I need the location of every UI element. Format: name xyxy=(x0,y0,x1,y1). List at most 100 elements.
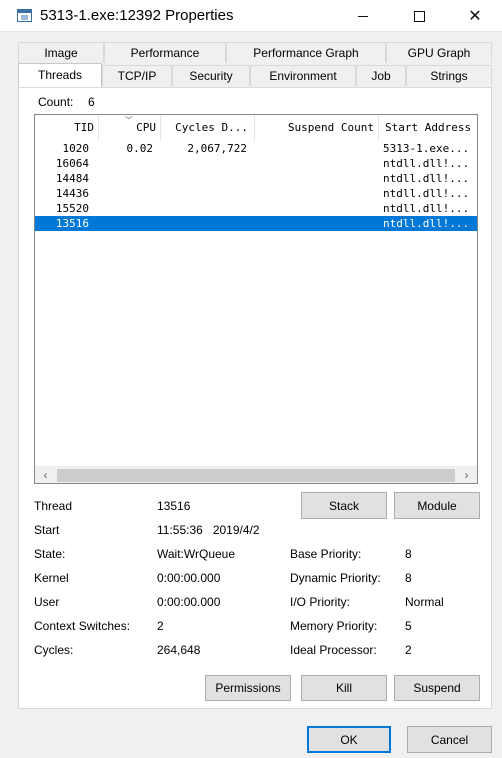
cell-start-address: ntdll.dll!... xyxy=(383,187,470,200)
table-row[interactable]: 1020 0.02 2,067,722 5313-1.exe... xyxy=(35,141,477,156)
cell-cpu xyxy=(99,156,153,171)
horizontal-scrollbar[interactable]: ‹ › xyxy=(35,466,477,483)
column-header-tid[interactable]: TID xyxy=(35,115,99,141)
tab-environment[interactable]: Environment xyxy=(250,65,356,86)
thread-value: 13516 xyxy=(157,499,191,513)
cell-start-address: ntdll.dll!... xyxy=(383,202,470,215)
cell-cycles xyxy=(161,156,247,171)
tab-performance-graph[interactable]: Performance Graph xyxy=(226,42,386,63)
tab-gpu-graph[interactable]: GPU Graph xyxy=(386,42,492,63)
close-button[interactable]: ✕ xyxy=(452,0,498,32)
dynamic-priority-value: 8 xyxy=(405,571,412,585)
ideal-processor-label: Ideal Processor: xyxy=(290,643,377,657)
cell-suspend xyxy=(255,186,373,201)
tab-tcpip[interactable]: TCP/IP xyxy=(102,65,172,86)
cell-cpu xyxy=(99,186,153,201)
column-header-start-address[interactable]: Start Address xyxy=(379,115,477,141)
scroll-right-icon[interactable]: › xyxy=(458,467,475,483)
cell-tid: 14436 xyxy=(55,187,89,200)
tab-threads[interactable]: Threads xyxy=(18,63,102,87)
tab-performance[interactable]: Performance xyxy=(104,42,226,63)
tab-security[interactable]: Security xyxy=(172,65,250,86)
cell-tid: 1020 xyxy=(62,142,90,155)
state-value: Wait:WrQueue xyxy=(157,547,236,561)
state-label: State: xyxy=(34,547,66,561)
kernel-label: Kernel xyxy=(34,571,69,585)
count-label: Count: xyxy=(38,95,74,109)
cell-suspend xyxy=(255,156,373,171)
tab-job[interactable]: Job xyxy=(356,65,406,86)
cell-start-address: ntdll.dll!... xyxy=(383,172,470,185)
count-value: 6 xyxy=(88,95,95,109)
cell-cpu xyxy=(99,216,153,231)
tab-image[interactable]: Image xyxy=(18,42,104,63)
cell-cycles xyxy=(161,201,247,216)
scroll-left-icon[interactable]: ‹ xyxy=(37,467,54,483)
base-priority-value: 8 xyxy=(405,547,412,561)
cell-start-address: ntdll.dll!... xyxy=(383,157,470,170)
thread-list[interactable]: TID CPU ﹀ Cycles D... Suspend Count Star… xyxy=(34,114,478,484)
maximize-button[interactable] xyxy=(396,0,442,32)
cell-tid: 15520 xyxy=(55,202,89,215)
window-title: 5313-1.exe:12392 Properties xyxy=(40,7,234,24)
user-label: User xyxy=(34,595,60,609)
cell-suspend xyxy=(255,201,373,216)
sort-descending-icon: ﹀ xyxy=(125,116,133,125)
ideal-processor-value: 2 xyxy=(405,643,412,657)
thread-rows: 1020 0.02 2,067,722 5313-1.exe... 16064 … xyxy=(35,141,477,231)
cell-cpu xyxy=(99,171,153,186)
maximize-icon xyxy=(413,10,425,22)
stack-button[interactable]: Stack xyxy=(301,492,387,519)
cycles-value: 264,648 xyxy=(157,643,201,657)
kill-button[interactable]: Kill xyxy=(301,675,387,701)
cell-cycles xyxy=(161,186,247,201)
cell-tid: 16064 xyxy=(55,157,89,170)
table-row[interactable]: 14436 ntdll.dll!... xyxy=(35,186,477,201)
table-row[interactable]: 16064 ntdll.dll!... xyxy=(35,156,477,171)
table-row-selected[interactable]: 13516 ntdll.dll!... xyxy=(35,216,477,231)
context-switches-label: Context Switches: xyxy=(34,619,131,633)
cell-cpu xyxy=(99,201,153,216)
cell-suspend xyxy=(255,216,373,231)
cell-cycles: 2,067,722 xyxy=(187,142,247,155)
cell-start-address: 5313-1.exe... xyxy=(383,142,470,155)
list-header: TID CPU ﹀ Cycles D... Suspend Count Star… xyxy=(35,115,477,141)
tab-strings[interactable]: Strings xyxy=(406,65,492,86)
suspend-button[interactable]: Suspend xyxy=(394,675,480,701)
cell-start-address: ntdll.dll!... xyxy=(383,217,470,230)
memory-priority-label: Memory Priority: xyxy=(290,619,378,633)
scroll-thumb[interactable] xyxy=(57,469,455,482)
kernel-value: 0:00:00.000 xyxy=(157,571,221,585)
cell-cycles xyxy=(161,171,247,186)
minimize-icon xyxy=(358,15,368,17)
permissions-button[interactable]: Permissions xyxy=(205,675,291,701)
cancel-button[interactable]: Cancel xyxy=(407,726,492,753)
cell-tid: 13516 xyxy=(55,217,89,230)
io-priority-label: I/O Priority: xyxy=(290,595,351,609)
context-switches-value: 2 xyxy=(157,619,164,633)
cell-cycles xyxy=(161,216,247,231)
table-row[interactable]: 14484 ntdll.dll!... xyxy=(35,171,477,186)
minimize-button[interactable] xyxy=(340,0,386,32)
tab-strip: Image Performance Performance Graph GPU … xyxy=(18,42,492,88)
memory-priority-value: 5 xyxy=(405,619,412,633)
io-priority-value: Normal xyxy=(405,595,444,609)
column-header-cycles-delta[interactable]: Cycles D... xyxy=(161,115,255,141)
table-row[interactable]: 15520 ntdll.dll!... xyxy=(35,201,477,216)
module-button[interactable]: Module xyxy=(394,492,480,519)
close-icon: ✕ xyxy=(468,8,482,25)
base-priority-label: Base Priority: xyxy=(290,547,362,561)
cell-tid: 14484 xyxy=(55,172,89,185)
title-bar: 5313-1.exe:12392 Properties ✕ xyxy=(0,0,502,32)
thread-label: Thread xyxy=(34,499,73,513)
start-label: Start xyxy=(34,523,60,537)
cell-suspend xyxy=(255,141,373,156)
cycles-label: Cycles: xyxy=(34,643,74,657)
ok-button[interactable]: OK xyxy=(307,726,391,753)
window-app-icon xyxy=(17,9,32,22)
cell-suspend xyxy=(255,171,373,186)
dynamic-priority-label: Dynamic Priority: xyxy=(290,571,381,585)
user-value: 0:00:00.000 xyxy=(157,595,221,609)
start-value: 11:55:36 2019/4/2 xyxy=(157,523,260,537)
column-header-suspend-count[interactable]: Suspend Count xyxy=(255,115,379,141)
